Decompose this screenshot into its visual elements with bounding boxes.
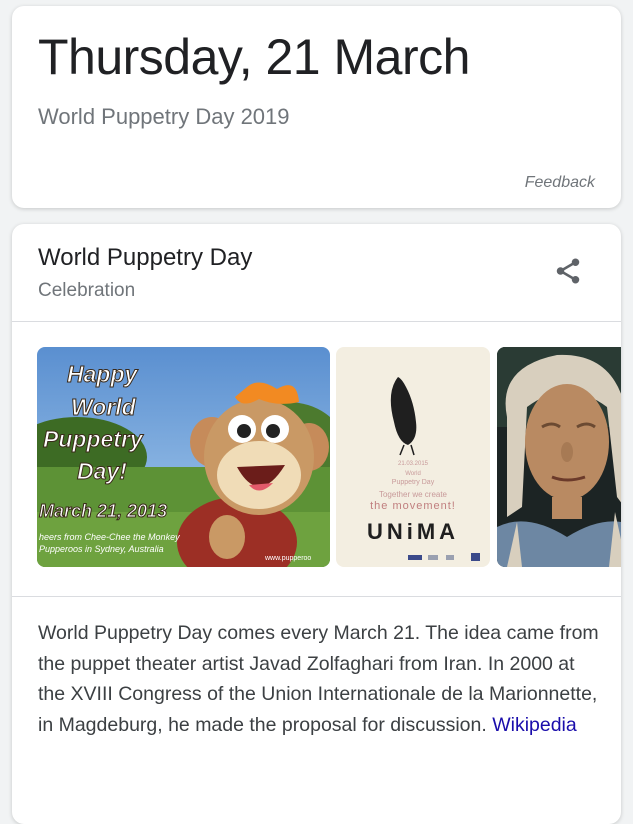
image-thumbnail-3[interactable]: [497, 347, 621, 567]
divider: [12, 321, 621, 322]
poster-line: Together we create: [379, 490, 448, 499]
image-date: March 21, 2013: [39, 501, 167, 521]
image-caption-line: Day!: [77, 458, 127, 484]
unima-logo: UNiMA: [367, 519, 459, 544]
puppet-monkey-image: Happy World Puppetry Day! March 21, 2013…: [37, 347, 330, 567]
image-caption-line: Happy: [67, 361, 139, 387]
share-icon: [556, 258, 580, 284]
knowledge-panel: World Puppetry Day Celebration Happy Wor…: [12, 224, 621, 824]
date-card: Thursday, 21 March World Puppetry Day 20…: [12, 6, 621, 208]
image-caption-line: World: [71, 394, 137, 420]
puppet-woman-image: [497, 347, 621, 567]
divider: [12, 596, 621, 597]
share-button[interactable]: [553, 256, 583, 286]
poster-line: the movement!: [370, 500, 456, 512]
panel-title: World Puppetry Day: [38, 244, 253, 271]
image-caption-line: Puppetry: [43, 426, 144, 452]
description: World Puppetry Day comes every March 21.…: [38, 618, 603, 740]
wikipedia-link[interactable]: Wikipedia: [492, 714, 577, 736]
poster-line: World: [405, 471, 421, 477]
image-thumbnail-1[interactable]: Happy World Puppetry Day! March 21, 2013…: [37, 347, 330, 567]
image-credit-line: Pupperoos in Sydney, Australia: [39, 544, 164, 554]
image-thumbnail-2[interactable]: 21.03.2015 World Puppetry Day Together w…: [336, 347, 490, 567]
unima-poster-image: 21.03.2015 World Puppetry Day Together w…: [336, 347, 490, 567]
date-title: Thursday, 21 March: [38, 29, 470, 85]
image-credit-line: heers from Chee-Chee the Monkey: [39, 532, 180, 542]
poster-date: 21.03.2015: [398, 461, 429, 467]
panel-subtitle: Celebration: [38, 280, 136, 301]
poster-line: Puppetry Day: [392, 479, 435, 486]
feedback-link[interactable]: Feedback: [525, 174, 595, 192]
date-subtitle: World Puppetry Day 2019: [38, 104, 290, 129]
image-url: www.pupperoo: [264, 555, 311, 562]
